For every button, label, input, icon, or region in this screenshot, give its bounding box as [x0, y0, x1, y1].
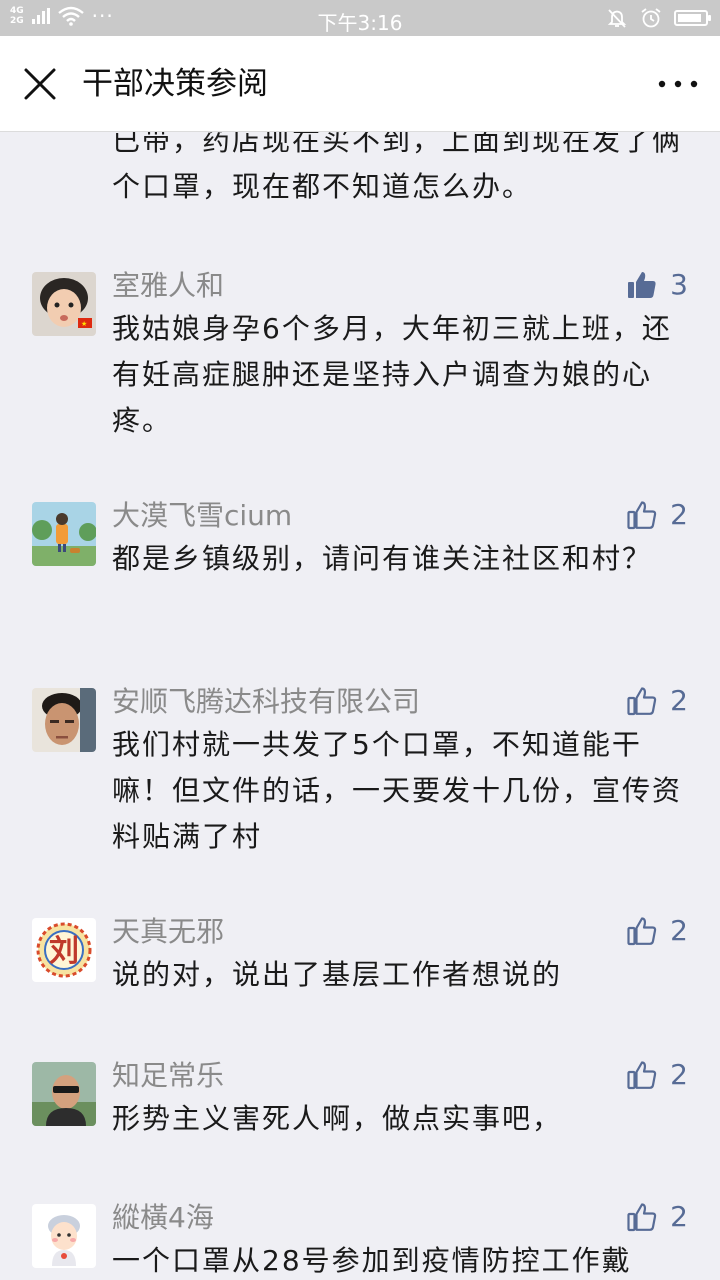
cartoon-avatar[interactable]	[32, 1204, 96, 1268]
like-count: 2	[670, 684, 688, 717]
commenter-name[interactable]: 大漠飞雪cium	[112, 496, 292, 536]
like-button[interactable]: 2	[626, 914, 688, 947]
commenter-name[interactable]: 天真无邪	[112, 912, 224, 952]
like-button[interactable]: 2	[626, 1058, 688, 1091]
comment-text: 都是乡镇级别，请问有谁关注社区和村？	[112, 542, 653, 575]
mute-bell-icon	[607, 9, 627, 28]
top-nav-bar: 干部决策参阅	[0, 36, 720, 132]
comment-text: 形势主义害死人啊，做点实事吧，	[112, 1102, 563, 1135]
like-button[interactable]: 2	[626, 498, 688, 531]
landscape-avatar[interactable]	[32, 502, 96, 566]
avatar-character: 刘	[49, 934, 79, 969]
like-count: 2	[670, 498, 688, 531]
comment-text-truncated: 已带，药店现在买不到，上面到现在发了俩个口罩，现在都不知道怎么办。	[112, 132, 683, 203]
like-button[interactable]: 2	[626, 684, 688, 717]
like-count: 2	[670, 914, 688, 947]
like-button[interactable]: 3	[626, 268, 688, 301]
thumbs-up-outline-icon	[627, 1060, 657, 1089]
like-button[interactable]: 2	[626, 1200, 688, 1233]
thumbs-up-outline-icon	[627, 500, 657, 529]
thumbs-up-outline-icon	[627, 916, 657, 945]
battery-icon	[674, 10, 711, 26]
status-bar: 4G 2G ··· 下午3:16	[0, 0, 720, 36]
liu-seal-avatar[interactable]: 刘	[32, 918, 96, 982]
commenter-name[interactable]: 室雅人和	[112, 266, 224, 306]
sunglasses-avatar[interactable]	[32, 1062, 96, 1126]
thumbs-up-filled-icon	[628, 271, 656, 298]
man-avatar[interactable]	[32, 688, 96, 752]
like-count: 2	[670, 1058, 688, 1091]
close-icon[interactable]	[20, 64, 60, 104]
svg-text:★: ★	[81, 320, 87, 328]
comment-text: 我们村就一共发了5个口罩，不知道能干嘛！但文件的话，一天要发十几份，宣传资料贴满…	[112, 728, 683, 853]
commenter-name[interactable]: 縱橫4海	[112, 1198, 214, 1238]
battery-level	[678, 14, 701, 22]
commenter-name[interactable]: 安顺飞腾达科技有限公司	[112, 682, 420, 722]
alarm-icon	[641, 8, 661, 28]
child-avatar[interactable]: ★	[32, 272, 96, 336]
comments-list[interactable]: 已带，药店现在买不到，上面到现在发了俩个口罩，现在都不知道怎么办。 ★ 室雅人和…	[0, 132, 720, 1280]
comment-text: 一个口罩从28号参加到疫情防控工作戴	[112, 1244, 632, 1277]
thumbs-up-outline-icon	[627, 686, 657, 715]
like-count: 2	[670, 1200, 688, 1233]
like-count: 3	[670, 268, 688, 301]
page-title: 干部决策参阅	[82, 66, 268, 102]
thumbs-up-outline-icon	[627, 1202, 657, 1231]
commenter-name[interactable]: 知足常乐	[112, 1056, 224, 1096]
comment-text: 我姑娘身孕6个多月，大年初三就上班，还有妊高症腿肿还是坚持入户调查为娘的心疼。	[112, 312, 672, 437]
more-options-icon[interactable]	[656, 64, 700, 104]
comment-text: 说的对，说出了基层工作者想说的	[112, 958, 563, 991]
status-right	[606, 7, 711, 29]
